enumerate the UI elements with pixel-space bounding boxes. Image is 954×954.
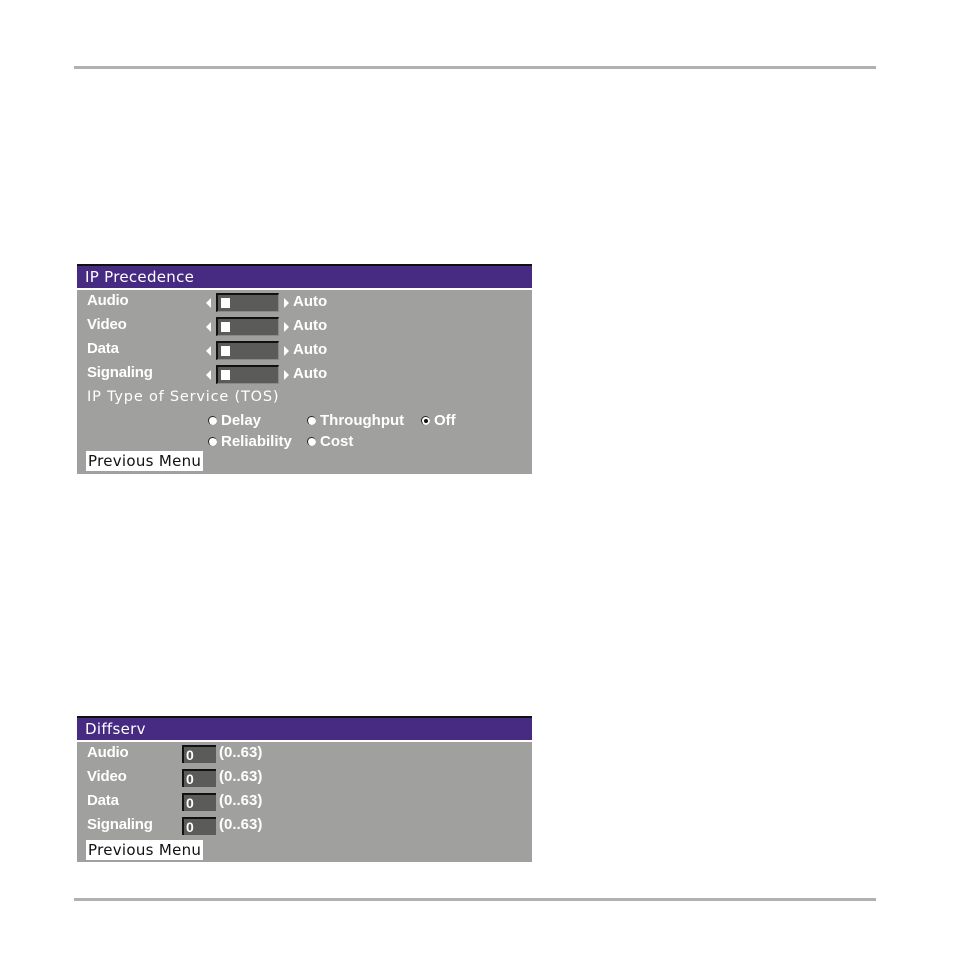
arrow-left-icon[interactable] [206,346,211,356]
arrow-right-icon[interactable] [284,322,289,332]
bottom-rule [74,898,876,901]
radio-label: Cost [320,433,354,450]
precedence-row-video: Video Auto [77,314,532,338]
arrow-right-icon[interactable] [284,298,289,308]
slider-value: Auto [293,341,328,358]
top-rule [74,66,876,69]
row-label: Signaling [87,816,153,833]
row-label: Data [87,792,119,809]
previous-menu-button[interactable]: Previous Menu [86,840,204,860]
video-diffserv-input[interactable]: 0 [182,769,216,787]
arrow-left-icon[interactable] [206,322,211,332]
radio-selected-icon[interactable] [421,416,430,425]
radio-icon[interactable] [208,416,217,425]
slider-thumb[interactable] [221,346,230,356]
slider-value: Auto [293,317,328,334]
row-label: Video [87,316,127,333]
range-hint: (0..63) [219,768,263,785]
tos-title: IP Type of Service (TOS) [87,389,280,405]
audio-diffserv-input[interactable]: 0 [182,745,216,763]
signaling-diffserv-input[interactable]: 0 [182,817,216,835]
tos-option-cost[interactable]: Cost [307,431,353,452]
row-label: Data [87,340,119,357]
previous-menu-row: Previous Menu [77,838,532,862]
arrow-right-icon[interactable] [284,346,289,356]
radio-icon[interactable] [307,416,316,425]
arrow-left-icon[interactable] [206,370,211,380]
radio-icon[interactable] [208,437,217,446]
radio-icon[interactable] [307,437,316,446]
slider-track[interactable] [216,293,279,312]
diffserv-row-signaling: Signaling 0 (0..63) [77,814,532,838]
slider-track[interactable] [216,341,279,360]
range-hint: (0..63) [219,744,263,761]
row-label: Audio [87,292,129,309]
tos-options-row-2: Reliability Cost [77,431,532,452]
slider-thumb[interactable] [221,298,230,308]
diffserv-row-video: Video 0 (0..63) [77,766,532,790]
tos-options-row-1: Delay Throughput Off [77,410,532,431]
tos-option-reliability[interactable]: Reliability [208,431,292,452]
slider-thumb[interactable] [221,322,230,332]
tos-option-throughput[interactable]: Throughput [307,410,404,431]
row-label: Audio [87,744,129,761]
arrow-left-icon[interactable] [206,298,211,308]
data-diffserv-input[interactable]: 0 [182,793,216,811]
precedence-row-signaling: Signaling Auto [77,362,532,386]
arrow-right-icon[interactable] [284,370,289,380]
tos-title-row: IP Type of Service (TOS) [77,386,532,410]
slider-thumb[interactable] [221,370,230,380]
range-hint: (0..63) [219,792,263,809]
radio-label: Throughput [320,412,405,429]
diffserv-panel: Diffserv Audio 0 (0..63) Video 0 (0..63)… [77,716,532,862]
ip-precedence-panel: IP Precedence Audio Auto Video Auto Data… [77,264,532,474]
slider-track[interactable] [216,317,279,336]
diffserv-title: Diffserv [77,716,532,742]
radio-label: Delay [221,412,262,429]
diffserv-row-data: Data 0 (0..63) [77,790,532,814]
ip-precedence-title: IP Precedence [77,264,532,290]
radio-label: Reliability [221,433,292,450]
tos-option-delay[interactable]: Delay [208,410,261,431]
slider-value: Auto [293,293,328,310]
row-label: Video [87,768,127,785]
range-hint: (0..63) [219,816,263,833]
slider-track[interactable] [216,365,279,384]
tos-option-off[interactable]: Off [421,410,456,431]
previous-menu-row: Previous Menu [77,451,532,474]
slider-value: Auto [293,365,328,382]
precedence-row-data: Data Auto [77,338,532,362]
diffserv-row-audio: Audio 0 (0..63) [77,742,532,766]
radio-label: Off [434,412,456,429]
precedence-row-audio: Audio Auto [77,290,532,314]
row-label: Signaling [87,364,153,381]
previous-menu-button[interactable]: Previous Menu [86,451,204,471]
